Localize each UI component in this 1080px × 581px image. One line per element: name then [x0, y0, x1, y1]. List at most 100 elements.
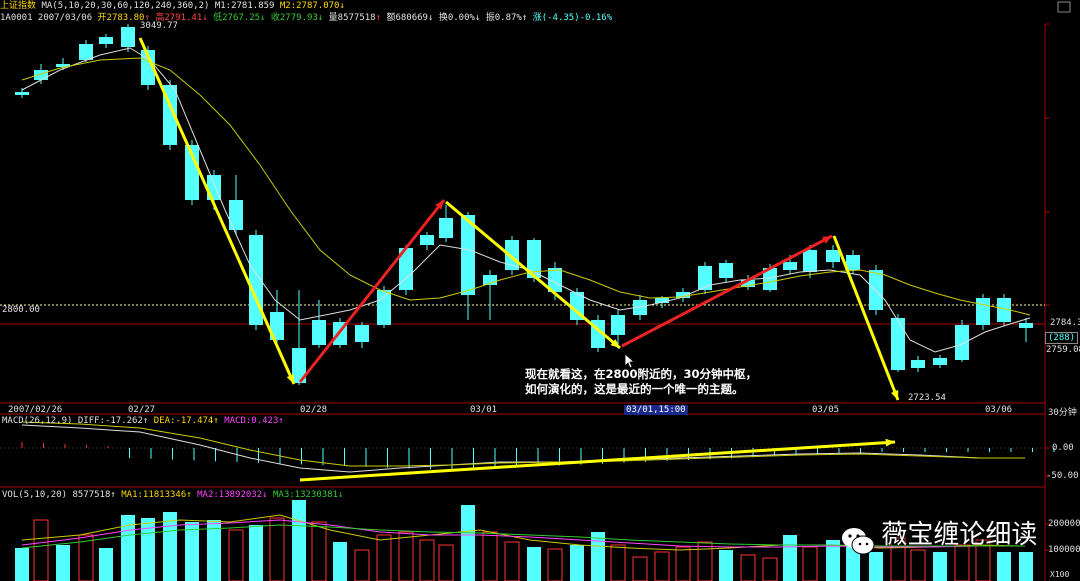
volume-bar-down	[461, 505, 475, 581]
ref-level-label: 2800.00	[2, 305, 40, 315]
time-label: 03/01	[470, 405, 498, 415]
down-arrow-icon: ↓	[317, 13, 324, 23]
up-arrow-icon: ↑	[142, 416, 149, 426]
macd-divergence-arrow	[299, 440, 896, 482]
ma-params: MA(5,10,20,30,60,120,240,360,2)	[41, 1, 210, 11]
candle-body-down	[377, 290, 391, 325]
low-price-label: 2723.54	[908, 393, 946, 403]
time-label: 03/05	[812, 405, 840, 415]
volume-bar-up	[33, 519, 49, 581]
volume-bar-down	[56, 545, 70, 581]
turnover-value: 换0.00%	[438, 13, 475, 23]
volume-bar-up	[482, 531, 498, 581]
macd-tick-zero: 0.00	[1052, 443, 1074, 453]
candle-body-down	[955, 325, 969, 360]
candle-body-down	[34, 70, 48, 80]
candle-body-down	[439, 218, 453, 238]
annotation-text: 现在就看这，在2800附近的，30分钟中枢， 如何演化的，这是最近的一个唯一的主…	[525, 367, 757, 397]
candle-body-down	[976, 298, 990, 325]
up-arrow-icon: ↑	[186, 490, 192, 500]
macd-params: MACD(26,12,9)	[2, 416, 73, 426]
volume-bar-down	[527, 547, 541, 581]
vol-tick-100k: 100000	[1048, 545, 1080, 555]
candle-body-down	[312, 320, 326, 345]
volume-bar-down	[185, 522, 199, 581]
bar-count-badge: (288)	[1045, 332, 1079, 344]
candle-body-down	[99, 37, 113, 44]
wechat-icon	[842, 527, 875, 554]
volume-bar-down	[99, 548, 113, 581]
down-arrow	[832, 235, 900, 401]
volume-bar-down	[333, 542, 347, 581]
volume-bar-up	[762, 557, 778, 581]
candle-body-down	[826, 250, 840, 262]
candle-body-down	[15, 92, 29, 95]
candle-body-down	[891, 318, 905, 370]
up-arrow-icon: ↑	[375, 13, 382, 23]
watermark: 薇宝缠论细读	[840, 514, 1037, 557]
volume-bar-up	[610, 544, 626, 581]
vol-value: 8577518	[72, 490, 111, 500]
low-price: 低2767.25	[213, 13, 261, 23]
down-arrow-icon: ↓	[202, 13, 208, 23]
macd-divergence-arrow-head	[885, 438, 895, 447]
candle-body-down	[229, 200, 243, 230]
open-price: 开2783.80	[97, 13, 145, 23]
volume-bar-up	[802, 546, 818, 581]
annotation-line: 现在就看这，在2800附近的，30分钟中枢，	[525, 367, 758, 381]
down-arrow-icon: ↓	[339, 1, 345, 11]
volume-bar-up	[354, 549, 370, 581]
down-arrow-icon: ↓	[260, 13, 266, 23]
macd-diff: DIFF:-17.262	[77, 416, 143, 426]
volume-bar-up	[675, 546, 691, 581]
volume-bar-up	[438, 544, 454, 581]
annotation-line: 如何演化的，这是最近的一个唯一的主题。	[525, 382, 744, 396]
candle-body-down	[869, 270, 883, 310]
change-value: 涨(-4.35)-0.16%	[532, 13, 613, 23]
vol-ma1: MA1:11813346	[121, 490, 187, 500]
volume-bar-down	[163, 512, 177, 581]
down-arrow-icon: ↓	[338, 490, 344, 500]
volume-bar-down	[719, 550, 733, 581]
macd-value: MACD:0.423	[224, 416, 279, 426]
volume-bar-up	[504, 541, 520, 581]
volume-bar-up	[376, 534, 392, 581]
up-arrow-icon: ↑	[521, 13, 528, 23]
down-arrow-head	[891, 390, 899, 400]
down-arrow-icon: ↓	[427, 13, 434, 23]
down-arrow	[138, 37, 296, 385]
vol-unit: X100	[1050, 570, 1070, 579]
volume-bar-down	[783, 535, 797, 581]
quote-info-bar: 1A0001 2007/03/06 开2783.80↑ 高2791.41↓ 低2…	[0, 12, 612, 24]
watermark-text: 薇宝缠论细读	[881, 520, 1038, 550]
up-arrow-icon: ↑	[110, 490, 116, 500]
volume-bar-down	[570, 545, 584, 581]
macd-header: MACD(26,12,9) DIFF:-17.262↑ DEA:-17.474↑…	[2, 416, 284, 426]
volume-bar-up	[398, 531, 414, 581]
volume-bar-up	[419, 539, 435, 581]
up-arrow	[621, 234, 833, 348]
candle-body-down	[911, 360, 925, 368]
period-label[interactable]: 30分钟	[1048, 405, 1077, 418]
candle-body-down	[846, 255, 860, 270]
low-price-right-label: 2759.08	[1046, 345, 1080, 355]
candle-body-down	[719, 263, 733, 278]
close-price: 收2779.93	[270, 13, 318, 23]
m2-value: M2:2787.070	[279, 1, 340, 11]
up-arrow-icon: ↑	[278, 416, 284, 426]
candle-body-down	[783, 262, 797, 270]
up-arrow	[298, 199, 446, 383]
volume-bar-up	[228, 529, 244, 581]
volume-bar-down	[249, 525, 263, 581]
amount-value: 额680669	[386, 13, 428, 23]
vol-ma3: MA3:13230381	[272, 490, 339, 500]
m1-value: M1:2781.859	[214, 1, 275, 11]
window-button	[1057, 1, 1071, 13]
index-name[interactable]: 上证指数	[0, 1, 36, 11]
candle-body-down	[461, 215, 475, 295]
down-arrow-icon: ↓	[474, 13, 481, 23]
volume-bar-up	[697, 541, 713, 581]
candle-body-down	[355, 325, 369, 342]
time-label: 2007/02/26	[8, 405, 63, 415]
time-label: 03/06	[985, 405, 1013, 415]
